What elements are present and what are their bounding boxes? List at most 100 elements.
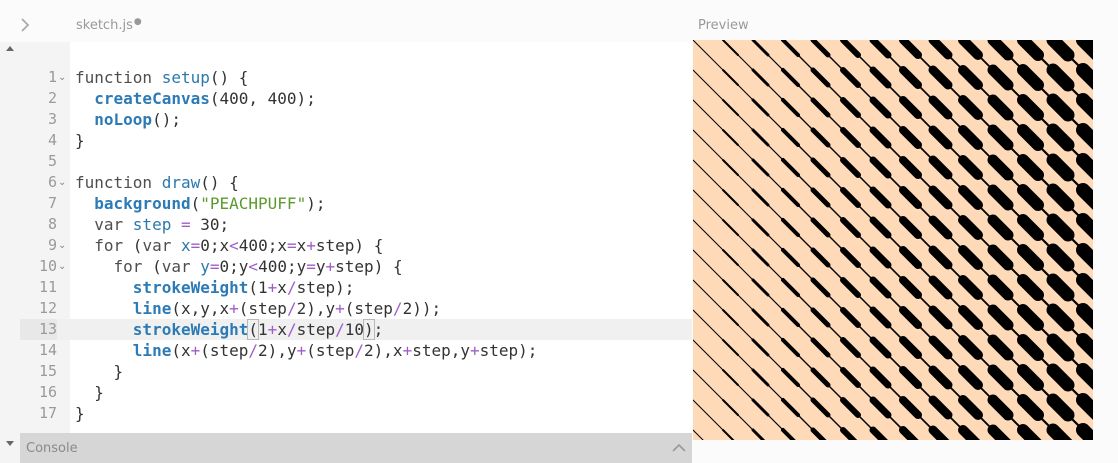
line-number: 9 xyxy=(47,236,57,254)
code-line[interactable]: 8 var step = 30; xyxy=(20,214,692,235)
code-token: () { xyxy=(209,68,249,87)
fold-chevron-icon[interactable]: ⌄ xyxy=(58,172,70,193)
code-token: 400;x xyxy=(238,236,287,255)
code-token: ( xyxy=(247,319,259,340)
scroll-up-arrow-icon[interactable] xyxy=(6,46,14,51)
code-text: for (var y=0;y<400;y=y+step) { xyxy=(75,256,403,277)
code-line[interactable]: 9 ⌄ for (var x=0;x<400;x=x+step) { xyxy=(20,235,692,256)
code-token: / xyxy=(392,299,403,318)
code-token: / xyxy=(286,320,297,339)
code-token: 0;x xyxy=(200,236,230,255)
code-line[interactable]: 16 } xyxy=(20,382,692,403)
chevron-up-icon[interactable] xyxy=(672,443,686,453)
code-token: } xyxy=(75,131,85,150)
preview-canvas xyxy=(693,40,1093,440)
code-token: + xyxy=(267,278,278,297)
code-token: x xyxy=(277,278,287,297)
code-token: } xyxy=(75,362,124,381)
scroll-down-arrow-icon[interactable] xyxy=(6,441,14,446)
code-line[interactable]: 4} xyxy=(20,130,692,151)
code-line[interactable]: 1 ⌄ function setup() { xyxy=(20,67,692,88)
code-text: strokeWeight(1+x/step); xyxy=(75,277,355,298)
fold-chevron-icon[interactable]: ⌄ xyxy=(58,256,70,277)
code-token: = xyxy=(209,257,220,276)
sketch-line xyxy=(1076,423,1093,440)
line-number: 17 xyxy=(38,404,57,422)
file-tab-label: sketch.js xyxy=(76,18,133,33)
code-line[interactable]: 17} xyxy=(20,403,692,424)
code-text: line(x+(step/2),y+(step/2),x+step,y+step… xyxy=(75,340,538,361)
code-line[interactable]: 15 } xyxy=(20,361,692,382)
code-token: = xyxy=(306,257,316,276)
code-line[interactable]: 2 createCanvas(400, 400); xyxy=(20,88,692,109)
code-token: 0;y xyxy=(219,257,249,276)
code-token: 400;y xyxy=(258,257,307,276)
code-token: + xyxy=(402,341,413,360)
code-token: / xyxy=(335,320,345,339)
code-token: createCanvas xyxy=(94,89,210,108)
line-number: 14 xyxy=(38,341,57,359)
code-line[interactable]: 6 ⌄ function draw() { xyxy=(20,172,692,193)
code-token: (x,y,x xyxy=(171,299,230,318)
line-number: 11 xyxy=(38,278,57,296)
code-token: (x xyxy=(171,341,191,360)
code-token: step xyxy=(296,320,336,339)
code-token: ; xyxy=(373,320,384,339)
code-token: 30; xyxy=(200,215,230,234)
line-number: 8 xyxy=(47,215,57,233)
code-token: = xyxy=(286,236,297,255)
fold-chevron-icon[interactable]: ⌄ xyxy=(58,235,70,256)
file-tab[interactable]: sketch.js● xyxy=(76,17,142,33)
code-token: ) xyxy=(363,319,375,340)
code-token: y xyxy=(200,257,210,276)
line-number: 10 xyxy=(38,257,57,275)
code-token: < xyxy=(248,257,259,276)
editor-scrollbar[interactable] xyxy=(0,42,20,463)
code-token: setup xyxy=(161,68,210,87)
preview-title: Preview xyxy=(698,18,749,33)
code-text: line(x,y,x+(step/2),y+(step/2)); xyxy=(75,298,441,319)
code-token: ( xyxy=(152,257,162,276)
code-line[interactable]: 10 ⌄ for (var y=0;y<400;y=y+step) { xyxy=(20,256,692,277)
code-token: var xyxy=(94,215,133,234)
code-token: + xyxy=(267,320,278,339)
expand-sidebar-button[interactable] xyxy=(16,16,34,34)
code-token: for xyxy=(113,257,153,276)
code-token: (400, 400); xyxy=(209,89,316,108)
code-token: / xyxy=(286,299,297,318)
top-bar: sketch.js● Preview xyxy=(0,0,1118,42)
code-token: x xyxy=(296,236,307,255)
code-token: / xyxy=(354,341,365,360)
code-text: createCanvas(400, 400); xyxy=(75,88,316,109)
code-line[interactable]: 5 xyxy=(20,151,692,172)
code-line[interactable]: 3 noLoop(); xyxy=(20,109,692,130)
code-line[interactable]: 14 line(x+(step/2),y+(step/2),x+step,y+s… xyxy=(20,340,692,361)
code-line[interactable]: 7 background("PEACHPUFF"); xyxy=(20,193,692,214)
code-token: y xyxy=(315,257,326,276)
code-token: 2),y xyxy=(296,299,336,318)
code-editor[interactable]: 1 ⌄ function setup() {2 createCanvas(400, … xyxy=(20,42,692,433)
code-line[interactable]: 12 line(x,y,x+(step/2),y+(step/2)); xyxy=(20,298,692,319)
code-token: function xyxy=(75,173,162,192)
line-number: 3 xyxy=(47,110,57,128)
code-text: function draw() { xyxy=(75,172,239,193)
code-text: noLoop(); xyxy=(75,109,181,130)
code-token: (1 xyxy=(248,278,268,297)
code-token: step); xyxy=(296,278,355,297)
line-number: 7 xyxy=(47,194,57,212)
code-token: step) { xyxy=(315,236,384,255)
code-line[interactable]: 11 strokeWeight(1+x/step); xyxy=(20,277,692,298)
fold-chevron-icon[interactable]: ⌄ xyxy=(58,67,70,88)
code-token: step) { xyxy=(335,257,403,276)
console-panel[interactable]: Console xyxy=(20,433,692,463)
code-text: } xyxy=(75,361,124,382)
code-token: < xyxy=(229,236,239,255)
code-token: 1 xyxy=(258,320,268,339)
code-line[interactable]: 13 strokeWeight(1+x/step/10); xyxy=(20,319,692,340)
code-token: (step xyxy=(238,299,287,318)
code-token: + xyxy=(229,299,239,318)
code-token: x xyxy=(277,320,287,339)
